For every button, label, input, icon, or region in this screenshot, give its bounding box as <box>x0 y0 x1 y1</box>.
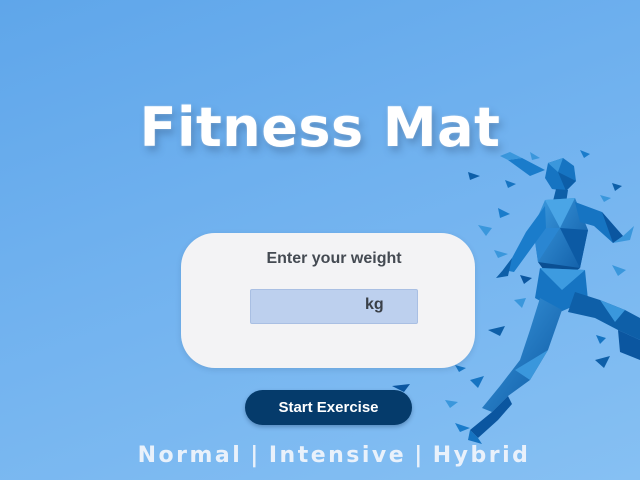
weight-input[interactable] <box>250 289 418 324</box>
weight-card: Enter your weight kg <box>181 233 475 368</box>
mode-separator: | <box>250 443 261 468</box>
mode-normal[interactable]: Normal <box>138 443 243 468</box>
mode-separator: | <box>414 443 425 468</box>
mode-list: Normal | Intensive | Hybrid <box>0 443 640 468</box>
mode-intensive[interactable]: Intensive <box>269 443 406 468</box>
weight-label: Enter your weight <box>266 250 402 267</box>
app-title: Fitness Mat <box>139 96 501 159</box>
weight-unit-label: kg <box>365 296 384 313</box>
start-exercise-button[interactable]: Start Exercise <box>245 390 412 425</box>
mode-hybrid[interactable]: Hybrid <box>433 443 531 468</box>
